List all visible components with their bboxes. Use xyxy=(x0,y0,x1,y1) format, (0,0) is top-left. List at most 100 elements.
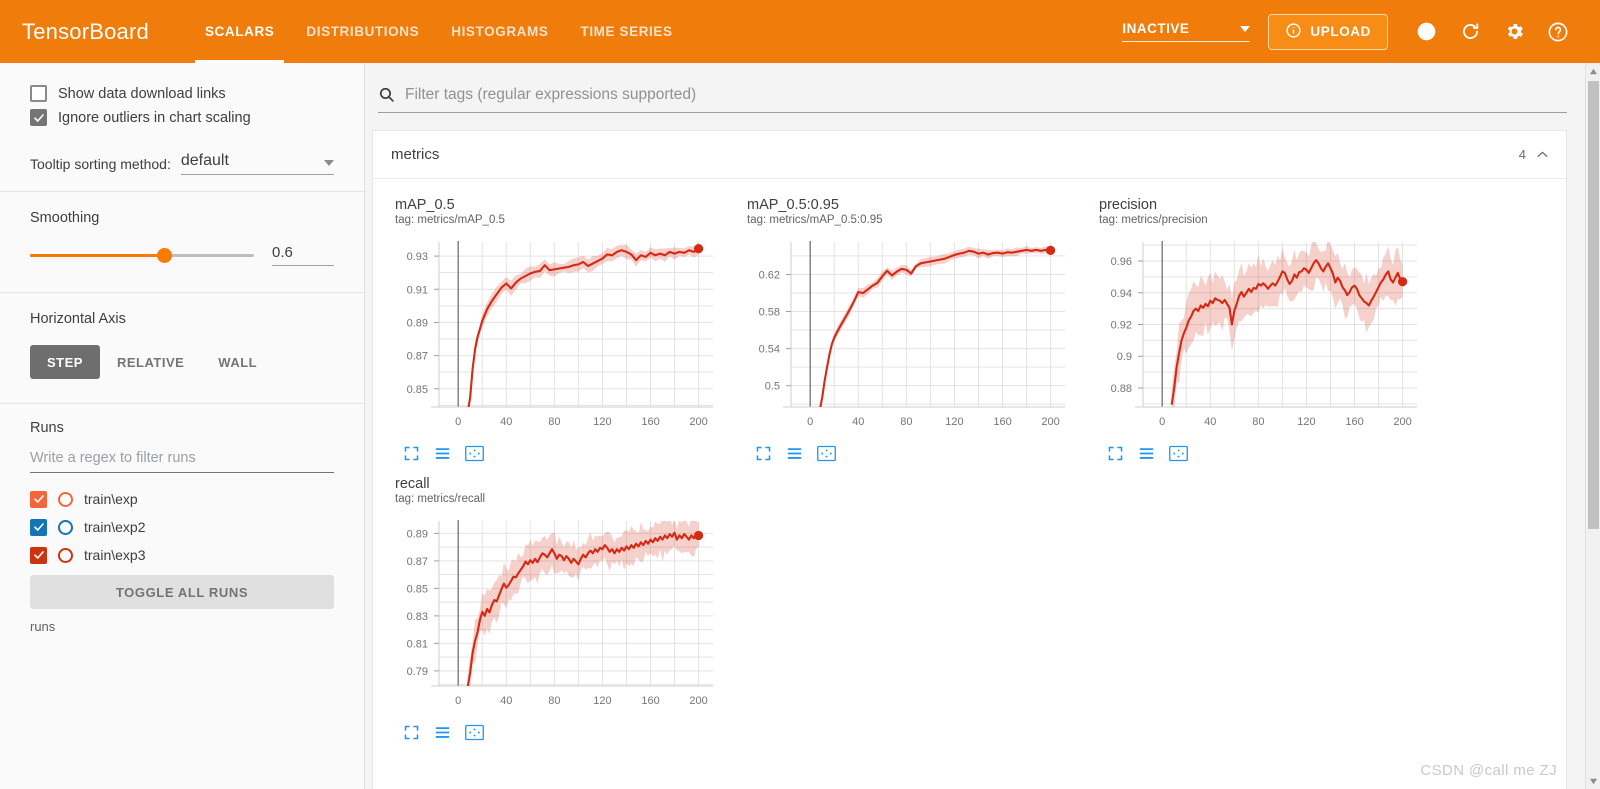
scrollbar-thumb[interactable] xyxy=(1588,81,1599,529)
run-checkbox[interactable] xyxy=(30,547,47,564)
horizontal-axis-buttons: STEPRELATIVEWALL xyxy=(30,345,334,379)
chevron-up-icon[interactable] xyxy=(1535,147,1550,162)
x-tick-label: 80 xyxy=(1252,416,1264,428)
run-color-circle-icon[interactable] xyxy=(58,520,73,535)
chart-plot[interactable]: 0.880.90.920.940.9604080120160200 xyxy=(1095,232,1435,437)
tag-filter-bar[interactable]: Filter tags (regular expressions support… xyxy=(378,77,1567,113)
smoothing-slider-fill xyxy=(30,254,164,257)
y-tick-label: 0.79 xyxy=(407,666,428,678)
horizontal-axis-step[interactable]: STEP xyxy=(30,345,100,379)
x-tick-label: 80 xyxy=(548,416,560,428)
upload-button-label: UPLOAD xyxy=(1310,24,1371,39)
tooltip-sorting-dropdown[interactable]: default xyxy=(181,152,334,175)
chart-plot[interactable]: 0.850.870.890.910.9304080120160200 xyxy=(391,232,731,437)
run-row[interactable]: train\exp xyxy=(30,485,334,513)
x-tick-label: 40 xyxy=(500,416,512,428)
app-brand-title: TensorBoard xyxy=(22,19,149,45)
smoothing-slider-thumb[interactable] xyxy=(157,248,172,263)
tag-filter-placeholder: Filter tags (regular expressions support… xyxy=(405,86,696,104)
ignore-outliers-checkbox-row[interactable]: Ignore outliers in chart scaling xyxy=(30,109,334,126)
y-tick-label: 0.93 xyxy=(407,251,428,263)
chart-plot[interactable]: 0.790.810.830.850.870.8904080120160200 xyxy=(391,511,731,716)
scroll-up-arrow[interactable] xyxy=(1586,63,1600,79)
refresh-icon[interactable] xyxy=(1457,19,1483,45)
runs-filter-input[interactable]: Write a regex to filter runs xyxy=(30,450,334,473)
metrics-card-title: metrics xyxy=(391,146,439,163)
expand-icon[interactable] xyxy=(755,445,772,462)
show-download-links-checkbox[interactable] xyxy=(30,85,47,102)
fit-domain-icon[interactable] xyxy=(465,724,484,741)
data-series-icon[interactable] xyxy=(434,724,451,741)
upload-button[interactable]: UPLOAD xyxy=(1268,14,1388,50)
x-tick-label: 40 xyxy=(852,416,864,428)
y-tick-label: 0.58 xyxy=(759,307,780,319)
series-line xyxy=(468,533,699,686)
data-series-icon[interactable] xyxy=(1138,445,1155,462)
run-label: train\exp2 xyxy=(84,519,145,535)
x-tick-label: 0 xyxy=(807,416,813,428)
run-color-circle-icon[interactable] xyxy=(58,492,73,507)
y-tick-label: 0.88 xyxy=(1111,383,1132,395)
fit-domain-icon[interactable] xyxy=(1169,445,1188,462)
run-label: train\exp xyxy=(84,491,138,507)
brightness-icon[interactable] xyxy=(1413,19,1439,45)
tab-histograms[interactable]: HISTOGRAMS xyxy=(435,0,564,63)
expand-icon[interactable] xyxy=(403,445,420,462)
chart-actions xyxy=(755,445,1083,462)
tab-distributions[interactable]: DISTRIBUTIONS xyxy=(290,0,435,63)
run-checkbox[interactable] xyxy=(30,519,47,536)
tab-label: SCALARS xyxy=(205,24,274,39)
smoothing-value-input[interactable]: 0.6 xyxy=(272,244,334,266)
fit-domain-icon[interactable] xyxy=(465,445,484,462)
run-checkbox[interactable] xyxy=(30,491,47,508)
metrics-card-count: 4 xyxy=(1519,147,1526,162)
gear-icon[interactable] xyxy=(1501,19,1527,45)
y-tick-label: 0.83 xyxy=(407,611,428,623)
run-label: train\exp3 xyxy=(84,547,145,563)
x-tick-label: 200 xyxy=(1041,416,1059,428)
metrics-card: metrics 4 mAP_0.5tag: metrics/mAP_0.50.8… xyxy=(372,130,1567,789)
run-row[interactable]: train\exp3 xyxy=(30,541,334,569)
main-content: Filter tags (regular expressions support… xyxy=(366,63,1585,789)
page-scrollbar[interactable] xyxy=(1585,63,1600,789)
ignore-outliers-checkbox[interactable] xyxy=(30,109,47,126)
chart-actions xyxy=(403,724,731,741)
metrics-card-header[interactable]: metrics 4 xyxy=(373,131,1566,179)
run-color-circle-icon[interactable] xyxy=(58,548,73,563)
data-series-icon[interactable] xyxy=(434,445,451,462)
y-tick-label: 0.85 xyxy=(407,583,428,595)
chevron-down-icon xyxy=(324,160,334,166)
x-tick-label: 160 xyxy=(641,695,659,707)
chart-plot[interactable]: 0.50.540.580.6204080120160200 xyxy=(743,232,1083,437)
fit-domain-icon[interactable] xyxy=(817,445,836,462)
run-status-dropdown[interactable]: INACTIVE xyxy=(1122,21,1250,42)
expand-icon[interactable] xyxy=(403,724,420,741)
y-tick-label: 0.81 xyxy=(407,638,428,650)
ignore-outliers-label: Ignore outliers in chart scaling xyxy=(58,110,251,126)
run-status-value: INACTIVE xyxy=(1122,21,1189,36)
scroll-down-arrow[interactable] xyxy=(1586,773,1600,789)
y-tick-label: 0.9 xyxy=(1117,351,1132,363)
tab-scalars[interactable]: SCALARS xyxy=(189,0,290,63)
tab-time-series[interactable]: TIME SERIES xyxy=(564,0,688,63)
smoothing-slider[interactable] xyxy=(30,246,254,264)
help-icon[interactable] xyxy=(1545,19,1571,45)
run-row[interactable]: train\exp2 xyxy=(30,513,334,541)
tooltip-sorting-row: Tooltip sorting method: default xyxy=(30,152,334,175)
horizontal-axis-relative[interactable]: RELATIVE xyxy=(100,345,201,379)
show-download-links-checkbox-row[interactable]: Show data download links xyxy=(30,85,334,102)
tab-label: DISTRIBUTIONS xyxy=(306,24,419,39)
data-series-icon[interactable] xyxy=(786,445,803,462)
x-tick-label: 160 xyxy=(1345,416,1363,428)
x-tick-label: 40 xyxy=(1204,416,1216,428)
x-tick-label: 80 xyxy=(900,416,912,428)
chart-actions xyxy=(403,445,731,462)
x-tick-label: 120 xyxy=(945,416,963,428)
expand-icon[interactable] xyxy=(1107,445,1124,462)
x-tick-label: 40 xyxy=(500,695,512,707)
x-tick-label: 0 xyxy=(1159,416,1165,428)
toggle-all-runs-button[interactable]: TOGGLE ALL RUNS xyxy=(30,575,334,609)
chart-card: mAP_0.5:0.95tag: metrics/mAP_0.5:0.950.5… xyxy=(737,193,1089,472)
horizontal-axis-wall[interactable]: WALL xyxy=(201,345,274,379)
x-tick-label: 0 xyxy=(455,695,461,707)
